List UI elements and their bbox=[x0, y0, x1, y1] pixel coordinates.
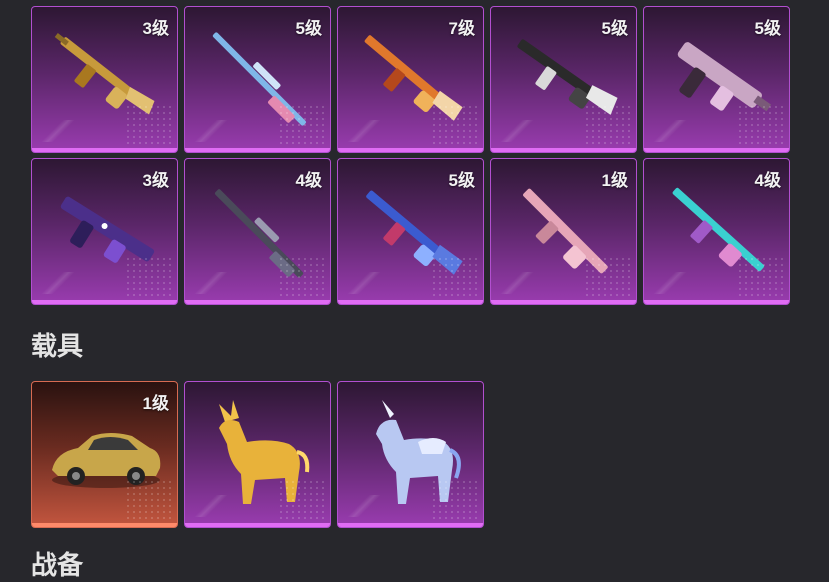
weapon-card[interactable]: 3级 bbox=[31, 158, 178, 305]
level-badge: 1级 bbox=[142, 394, 169, 413]
level-badge: 5级 bbox=[295, 19, 322, 38]
weapon-card[interactable]: 4级 bbox=[643, 158, 790, 305]
rarity-bar bbox=[491, 300, 636, 304]
level-badge: 3级 bbox=[142, 171, 169, 190]
vehicle-card[interactable]: 1级 bbox=[31, 381, 178, 528]
level-badge: 3级 bbox=[142, 19, 169, 38]
weapon-card[interactable]: 5级 bbox=[337, 158, 484, 305]
vehicle-card[interactable] bbox=[337, 381, 484, 528]
level-badge: 5级 bbox=[448, 171, 475, 190]
section-title-equipment: 战备 bbox=[31, 550, 84, 580]
rarity-bar bbox=[32, 148, 177, 152]
weapon-card[interactable]: 5级 bbox=[490, 6, 637, 153]
rarity-bar bbox=[185, 148, 330, 152]
level-badge: 5级 bbox=[754, 19, 781, 38]
level-badge: 4级 bbox=[295, 171, 322, 190]
vehicle-card[interactable] bbox=[184, 381, 331, 528]
level-badge: 4级 bbox=[754, 171, 781, 190]
section-title-vehicles: 载具 bbox=[31, 331, 84, 361]
rarity-bar bbox=[32, 523, 177, 527]
weapon-card[interactable]: 3级 bbox=[31, 6, 178, 153]
weapon-card[interactable]: 1级 bbox=[490, 158, 637, 305]
rarity-bar bbox=[644, 300, 789, 304]
rarity-bar bbox=[491, 148, 636, 152]
rarity-bar bbox=[338, 300, 483, 304]
level-badge: 5级 bbox=[601, 19, 628, 38]
weapon-card[interactable]: 4级 bbox=[184, 158, 331, 305]
rarity-bar bbox=[185, 523, 330, 527]
level-badge: 7级 bbox=[448, 19, 475, 38]
weapon-card[interactable]: 7级 bbox=[337, 6, 484, 153]
weapon-card[interactable]: 5级 bbox=[184, 6, 331, 153]
level-badge: 1级 bbox=[601, 171, 628, 190]
rarity-bar bbox=[338, 523, 483, 527]
rarity-bar bbox=[32, 300, 177, 304]
rarity-bar bbox=[185, 300, 330, 304]
rarity-bar bbox=[338, 148, 483, 152]
weapon-card[interactable]: 5级 bbox=[643, 6, 790, 153]
rarity-bar bbox=[644, 148, 789, 152]
